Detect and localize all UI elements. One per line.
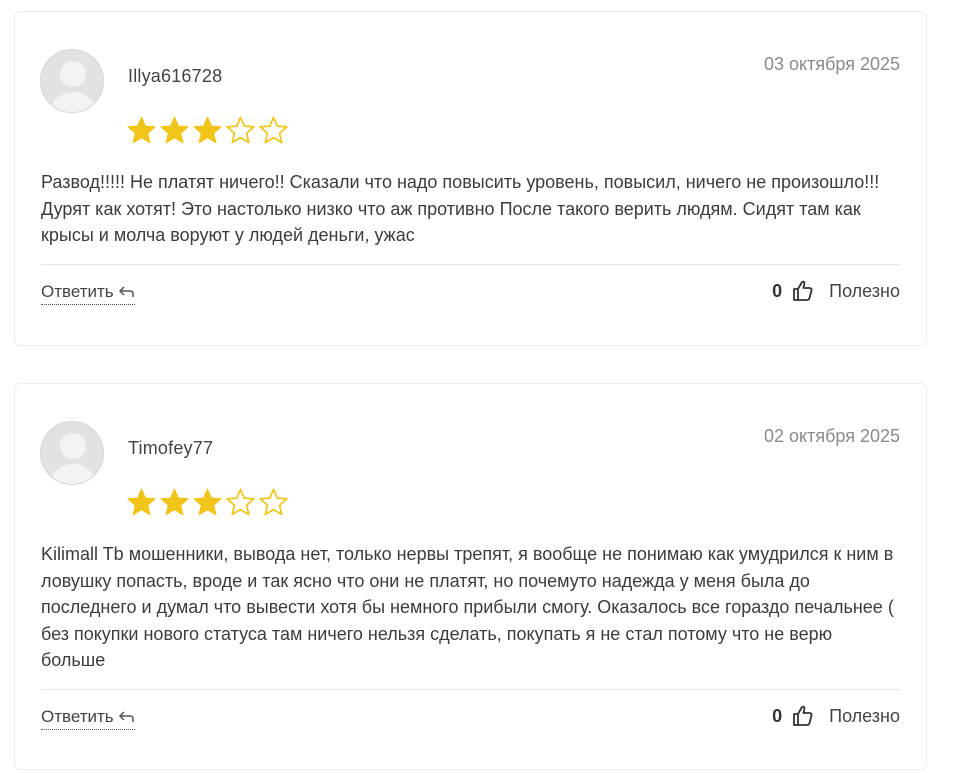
- review-card: Illya616728 03 октября 2025 Развод!!!!! …: [14, 11, 927, 346]
- review-text: Kilimall Tb мошенники, вывода нет, тольк…: [41, 544, 894, 670]
- review-date: 02 октября 2025: [763, 426, 900, 446]
- reply-label: Ответить: [41, 282, 114, 301]
- reply-label: Ответить: [41, 707, 114, 726]
- helpful-label[interactable]: Полезно: [829, 281, 900, 302]
- avatar: [40, 49, 104, 113]
- review-text: Развод!!!!! Не платят ничего!! Сказали ч…: [41, 172, 880, 245]
- star-empty-icon: [226, 488, 255, 516]
- divider: [41, 689, 900, 690]
- star-empty-icon: [226, 116, 255, 144]
- divider: [41, 264, 900, 265]
- star-rating: [126, 115, 289, 146]
- review-date: 03 октября 2025: [763, 54, 900, 74]
- review-card: Timofey77 02 октября 2025 Kilimall Tb мо…: [14, 383, 927, 770]
- helpful-widget: 0 Полезно: [772, 704, 900, 728]
- star-filled-icon: [160, 116, 189, 144]
- review-author: Illya616728: [128, 66, 223, 86]
- star-filled-icon: [160, 488, 189, 516]
- star-rating: [126, 487, 289, 518]
- helpful-widget: 0 Полезно: [772, 279, 900, 303]
- thumbs-up-icon[interactable]: [791, 704, 815, 728]
- review-author: Timofey77: [128, 438, 214, 458]
- reply-link[interactable]: Ответить: [41, 707, 135, 730]
- avatar: [40, 421, 104, 485]
- star-empty-icon: [259, 116, 288, 144]
- reply-arrow-icon: [118, 711, 134, 722]
- star-filled-icon: [193, 488, 222, 516]
- star-filled-icon: [127, 116, 156, 144]
- thumbs-up-icon[interactable]: [791, 279, 815, 303]
- star-empty-icon: [259, 488, 288, 516]
- reply-link[interactable]: Ответить: [41, 282, 135, 305]
- helpful-count: 0: [772, 705, 783, 726]
- helpful-count: 0: [772, 280, 783, 301]
- helpful-label[interactable]: Полезно: [829, 706, 900, 727]
- star-filled-icon: [127, 488, 156, 516]
- star-filled-icon: [193, 116, 222, 144]
- reply-arrow-icon: [118, 286, 134, 297]
